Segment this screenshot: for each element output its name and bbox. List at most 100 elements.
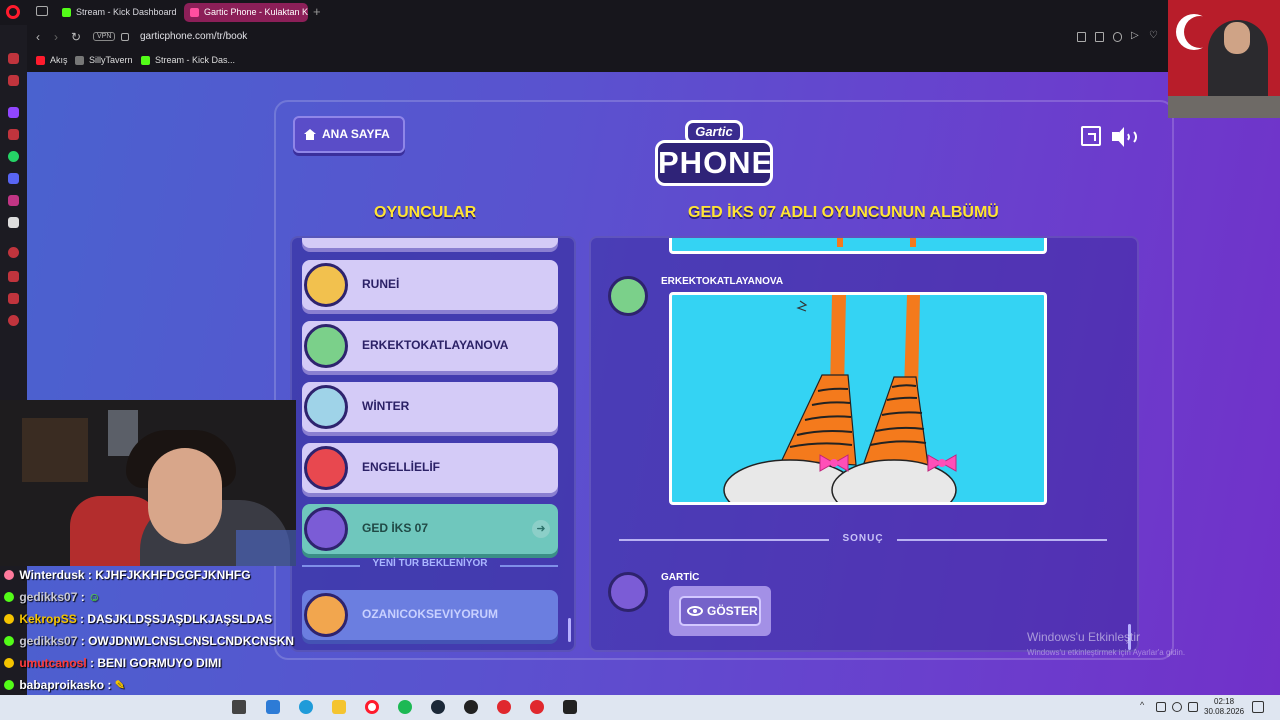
players-list[interactable]: RUNEİ ERKEKTOKATLAYANOVA WİNTER ENGELLİE… (290, 236, 576, 652)
sidebar-app-icon[interactable] (8, 129, 19, 140)
app-icon[interactable] (497, 700, 511, 714)
chat-user: gedikks07 (19, 634, 78, 648)
entry-author-name: ERKEKTOKATLAYANOVA (661, 276, 784, 287)
players-scrollbar[interactable] (568, 618, 571, 642)
settings-gear-icon[interactable] (8, 315, 19, 326)
instagram-icon[interactable] (8, 195, 19, 206)
player-row-waiting[interactable]: OZANICOKSEVIYORUM (302, 590, 558, 640)
reload-icon[interactable]: ↻ (71, 30, 81, 44)
webcam-overlay (0, 400, 296, 566)
downloads-icon[interactable] (8, 271, 19, 282)
badge-icon (4, 614, 14, 624)
tab-kick-dashboard[interactable]: Stream - Kick Dashboard (56, 3, 178, 22)
vpn-badge[interactable]: VPN (93, 32, 116, 41)
lock-icon[interactable] (121, 33, 129, 41)
badge-icon (4, 680, 14, 690)
badge-icon (4, 658, 14, 668)
player-avatar (304, 507, 348, 551)
back-arrow-icon[interactable]: ‹ (36, 30, 40, 44)
play-icon[interactable]: ▷ (1131, 30, 1140, 41)
tab-label: Gartic Phone - Kulaktan Ku (204, 7, 308, 17)
player-row[interactable]: WİNTER (302, 382, 558, 432)
steam-icon[interactable] (431, 700, 445, 714)
show-button[interactable]: GÖSTER (679, 596, 761, 626)
player-row[interactable] (302, 238, 558, 248)
windows-taskbar: ^ 02:18 30.08.2026 (0, 695, 1280, 720)
forward-arrow-icon[interactable]: › (54, 30, 58, 44)
whatsapp-icon[interactable] (8, 151, 19, 162)
player-name: WİNTER (362, 399, 410, 413)
extensions-icon[interactable] (8, 293, 19, 304)
app-icon[interactable] (530, 700, 544, 714)
next-arrow-icon[interactable]: ➜ (532, 520, 550, 538)
chat-user: umutcanosl (19, 656, 87, 670)
chat-user: KekropSS (19, 612, 77, 626)
bookmark-label: SillyTavern (89, 55, 133, 65)
players-heading: OYUNCULAR (374, 204, 477, 221)
x-icon[interactable] (8, 217, 19, 228)
player-avatar (304, 263, 348, 307)
chat-message: gedikks07 : OWJDNWLCNSLCNSLCNDKCNSKN (4, 634, 294, 648)
author-avatar (608, 276, 648, 316)
player-avatar (304, 593, 348, 637)
opera-icon[interactable] (365, 700, 379, 714)
fullscreen-icon[interactable] (1081, 126, 1101, 146)
emote-icon: ✎ (114, 678, 125, 692)
home-button-label: ANA SAYFA (322, 127, 390, 141)
player-name: RUNEİ (362, 277, 400, 291)
shield-icon[interactable] (1113, 32, 1122, 42)
result-author-name: GARTİC (661, 572, 700, 583)
tab-gartic-phone[interactable]: Gartic Phone - Kulaktan Ku (184, 3, 308, 22)
url-field[interactable]: garticphone.com/tr/book (140, 31, 247, 42)
epic-games-icon[interactable] (563, 700, 577, 714)
spotify-icon[interactable] (398, 700, 412, 714)
chat-text: KJHFJKKHFDGGFJKNHFG (95, 568, 251, 582)
tray-icon[interactable] (1156, 702, 1166, 712)
task-view-icon[interactable] (232, 700, 246, 714)
file-explorer-icon[interactable] (332, 700, 346, 714)
tab-menu-icon[interactable] (36, 6, 48, 16)
player-name: GED İKS 07 (362, 521, 429, 535)
gartic-phone-logo: Gartic PHONE (655, 118, 773, 190)
akis-icon (36, 56, 45, 65)
volume-icon[interactable] (1112, 126, 1138, 148)
player-row[interactable]: ENGELLİELİF (302, 443, 558, 493)
obs-icon[interactable] (464, 700, 478, 714)
notification-icon[interactable] (1252, 701, 1264, 713)
chat-text: DASJKLDŞSJAŞDLKJAŞSLDAS (87, 612, 273, 626)
heart-icon[interactable]: ♡ (1149, 30, 1158, 41)
home-button[interactable]: ANA SAYFA (293, 116, 405, 153)
bookmark-icon[interactable] (1077, 32, 1086, 42)
player-avatar (304, 385, 348, 429)
badge-icon (4, 636, 14, 646)
album-panel[interactable]: ERKEKTOKATLAYANOVA SONUÇ GARTİC GÖSTER (589, 236, 1139, 652)
windows-activation-subtitle: Windows'u etkinleştirmek için Ayarlar'a … (1027, 648, 1186, 657)
bookmark-kick[interactable]: Stream - Kick Das... (141, 55, 235, 65)
app-icon[interactable] (266, 700, 280, 714)
opera-logo-icon[interactable] (6, 5, 20, 19)
player-row[interactable]: RUNEİ (302, 260, 558, 310)
clock[interactable]: 02:18 30.08.2026 (1204, 697, 1244, 717)
edge-icon[interactable] (299, 700, 313, 714)
bookmark-akis[interactable]: Akış (36, 55, 68, 65)
show-button-label: GÖSTER (707, 604, 758, 618)
history-icon[interactable] (8, 247, 19, 258)
tray-chevron-icon[interactable]: ^ (1140, 700, 1150, 710)
twitch-icon[interactable] (8, 107, 19, 118)
snapshot-icon[interactable] (1095, 32, 1104, 42)
gartic-avatar (608, 572, 648, 612)
player-row[interactable]: ERKEKTOKATLAYANOVA (302, 321, 558, 371)
bookmark-sillytavern[interactable]: SillyTavern (75, 55, 133, 65)
speaker-icon[interactable] (1172, 702, 1182, 712)
player-name: OZANICOKSEVIYORUM (362, 607, 499, 621)
sidebar-app-icon[interactable] (8, 75, 19, 86)
emote-icon: ☺ (88, 590, 101, 604)
badge-icon (4, 570, 14, 580)
network-icon[interactable] (1188, 702, 1198, 712)
player-row-selected[interactable]: GED İKS 07 ➜ (302, 504, 558, 554)
logo-main-text: PHONE (655, 140, 773, 186)
discord-icon[interactable] (8, 173, 19, 184)
sidebar-app-icon[interactable] (8, 53, 19, 64)
bookmark-label: Stream - Kick Das... (155, 55, 236, 65)
new-tab-plus-icon[interactable]: + (313, 4, 321, 19)
